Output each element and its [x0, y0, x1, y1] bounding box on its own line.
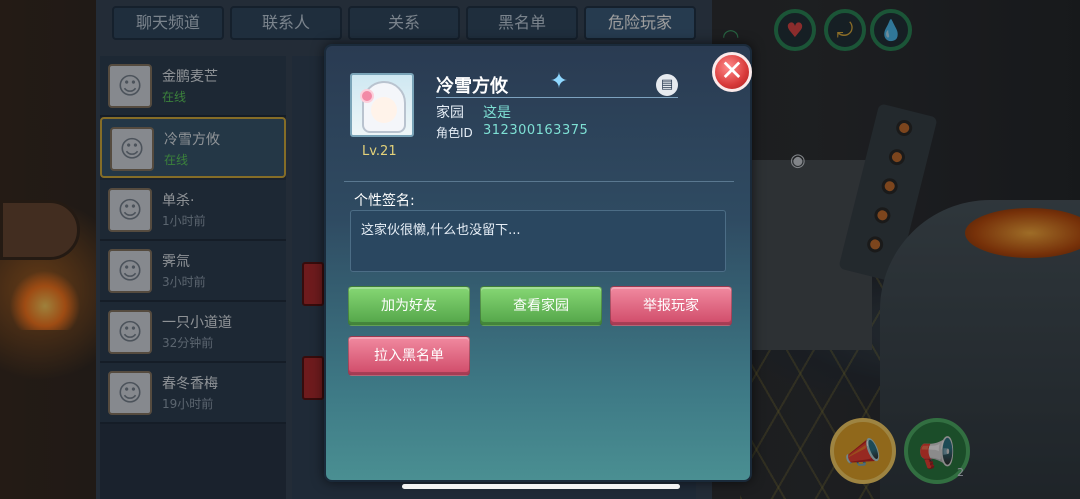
player-level: Lv.21: [362, 144, 397, 159]
player-profile-dialog: ✕ Lv.21 冷雪方攸 ✦ ▤ 家园 这是 角色ID 312300163375…: [324, 44, 752, 482]
flower-icon: [360, 89, 374, 103]
wings-badge-icon: ✦: [549, 69, 569, 94]
signature-label: 个性签名:: [354, 193, 415, 209]
divider: [344, 181, 734, 182]
view-home-button[interactable]: 查看家园: [480, 286, 602, 326]
report-player-button[interactable]: 举报玩家: [610, 286, 732, 326]
player-id-label: 角色ID: [436, 126, 473, 140]
player-name: 冷雪方攸: [436, 76, 508, 97]
home-label: 家园: [436, 105, 464, 121]
player-avatar: [350, 73, 414, 137]
avatar-face: [371, 97, 397, 123]
name-underline: [436, 97, 678, 98]
home-value: 这是: [483, 105, 511, 121]
add-to-blacklist-button[interactable]: 拉入黑名单: [348, 336, 470, 376]
copy-icon[interactable]: ▤: [656, 74, 678, 96]
home-indicator[interactable]: [402, 484, 680, 489]
close-button[interactable]: ✕: [712, 52, 752, 92]
signature-box: 这家伙很懒,什么也没留下...: [350, 210, 726, 272]
add-friend-button[interactable]: 加为好友: [348, 286, 470, 326]
player-id-value: 312300163375: [483, 123, 589, 138]
